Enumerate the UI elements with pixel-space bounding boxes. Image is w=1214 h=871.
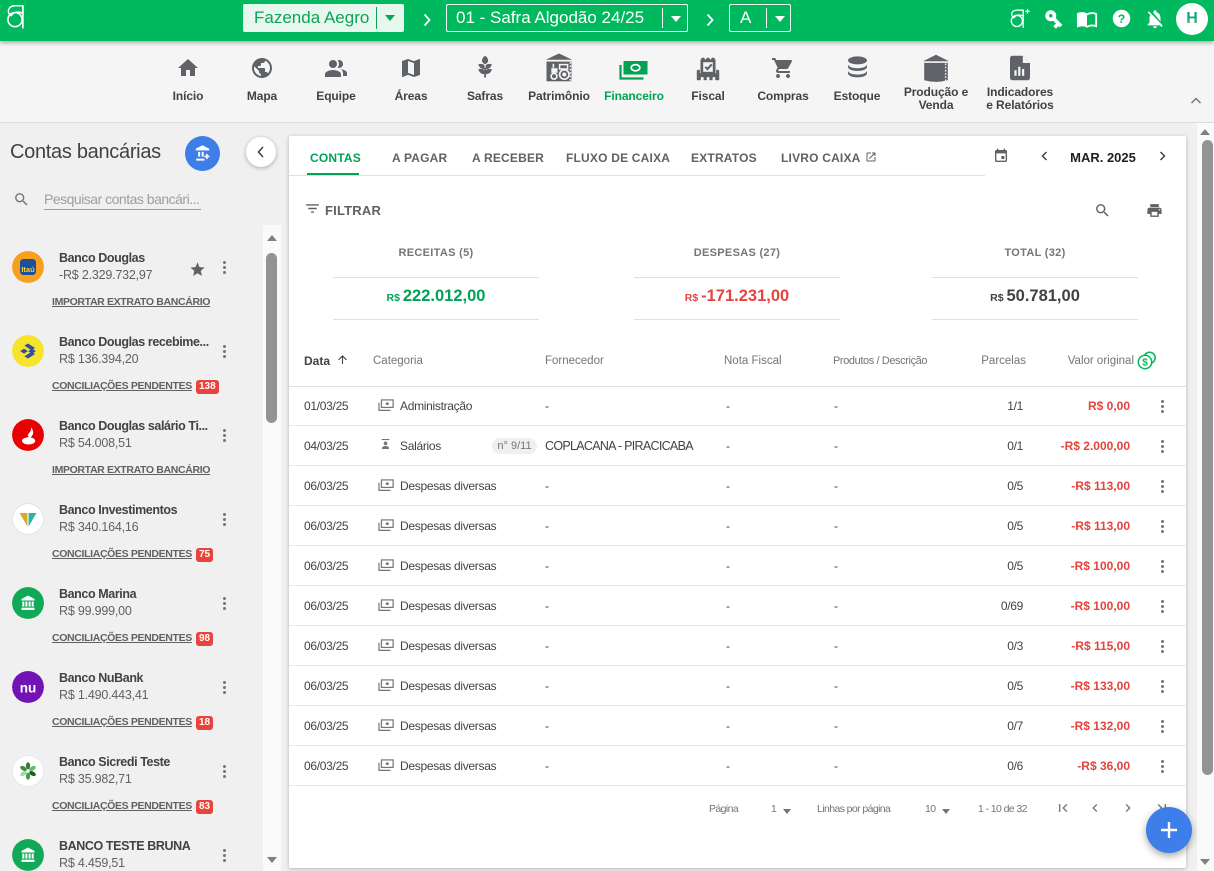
svg-text:$: $ [1142, 358, 1148, 369]
svg-text:?: ? [1118, 12, 1125, 26]
svg-text:Itaú: Itaú [21, 265, 35, 274]
svg-text:nu: nu [20, 681, 37, 696]
